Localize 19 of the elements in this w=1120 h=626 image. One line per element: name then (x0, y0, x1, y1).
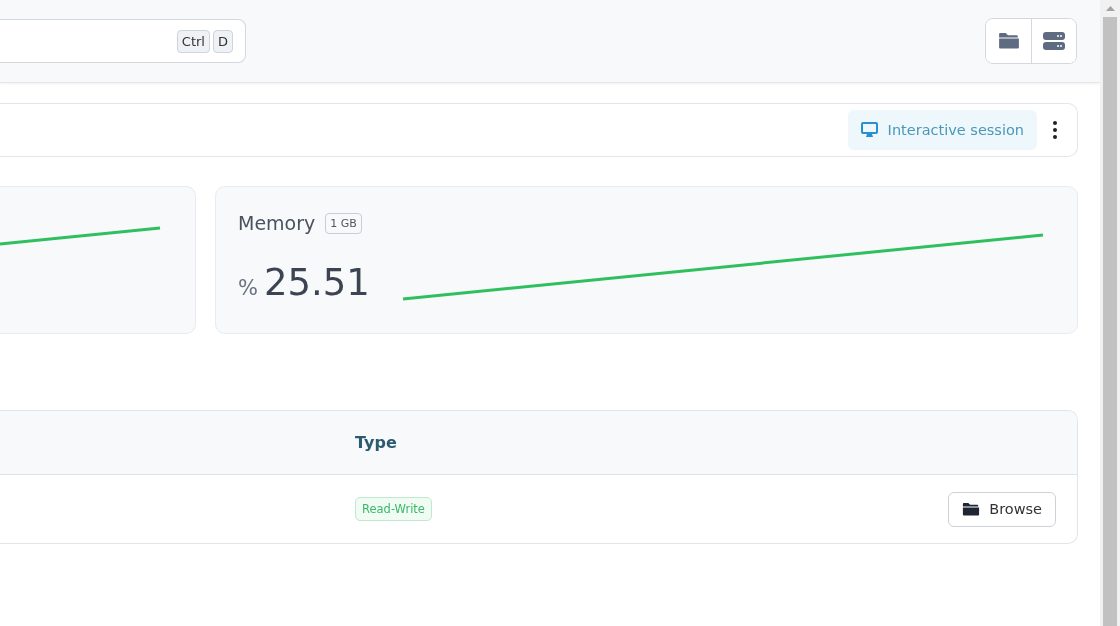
metric-title: Memory (238, 212, 316, 234)
server-icon (1042, 31, 1066, 51)
capacity-badge: 1 GB (325, 212, 362, 234)
column-header: Type (355, 433, 398, 452)
metric-value: 25.51 (263, 261, 370, 304)
search-field[interactable]: Ctrl D (0, 19, 246, 63)
shortcut-key: D (213, 29, 233, 53)
server-button[interactable] (1031, 19, 1076, 63)
kebab-menu-icon (1053, 121, 1057, 139)
folder-icon (962, 501, 981, 517)
browse-button[interactable]: Browse (948, 491, 1056, 527)
scrollbar[interactable] (1100, 0, 1120, 626)
metric-unit: % (238, 276, 258, 300)
scroll-up-icon (1105, 6, 1115, 11)
type-tag: Read-Write (355, 497, 432, 521)
scrollbar-thumb[interactable] (1103, 17, 1117, 626)
folder-icon (997, 32, 1020, 50)
shortcut-key: Ctrl (176, 29, 210, 53)
monitor-icon (860, 122, 878, 138)
